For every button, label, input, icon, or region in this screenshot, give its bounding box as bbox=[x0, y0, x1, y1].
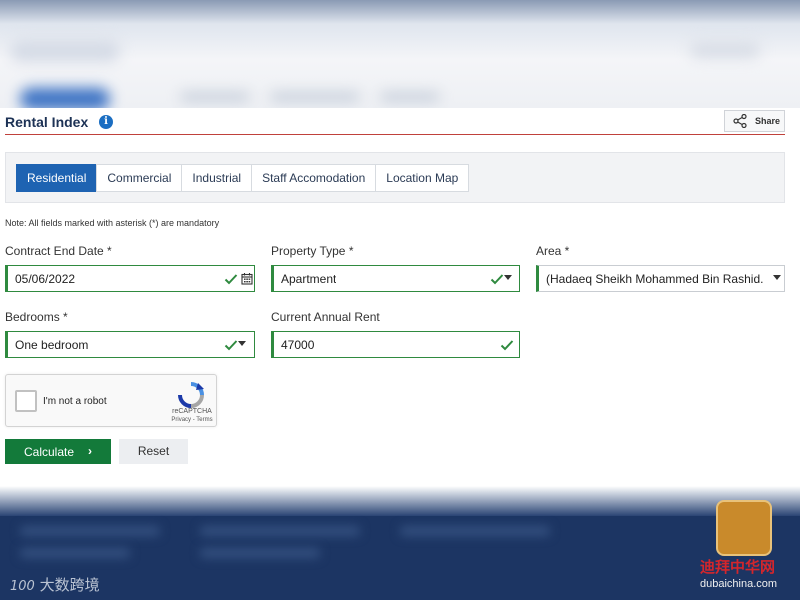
recaptcha-terms-link[interactable]: Privacy - Terms bbox=[168, 417, 216, 423]
area-select[interactable]: (Hadaeq Sheikh Mohammed Bin Rashid... bbox=[536, 265, 785, 292]
contract-end-date-field[interactable]: 05/06/2022 bbox=[5, 265, 255, 292]
annual-rent-value: 47000 bbox=[281, 338, 315, 352]
property-type-label: Property Type * bbox=[271, 244, 354, 258]
check-icon bbox=[490, 274, 504, 285]
area-label: Area * bbox=[536, 244, 570, 258]
property-type-value: Apartment bbox=[281, 272, 337, 286]
tab-location-map[interactable]: Location Map bbox=[375, 164, 470, 192]
share-icon bbox=[733, 114, 747, 128]
title-divider bbox=[5, 134, 785, 135]
mandatory-note: Note: All fields marked with asterisk (*… bbox=[5, 218, 220, 228]
contract-end-date-label: Contract End Date * bbox=[5, 244, 112, 258]
calculate-button[interactable]: Calculate › bbox=[5, 439, 111, 464]
chevron-right-icon: › bbox=[88, 444, 92, 458]
watermark-right-url: dubaichina.com bbox=[700, 578, 778, 590]
watermark-sail-logo bbox=[716, 500, 772, 556]
chevron-down-icon bbox=[773, 275, 781, 280]
check-icon bbox=[500, 340, 514, 351]
recaptcha-label: I'm not a robot bbox=[43, 396, 107, 407]
blurred-header-background bbox=[0, 0, 800, 108]
chevron-down-icon bbox=[504, 275, 512, 280]
bedrooms-value: One bedroom bbox=[15, 338, 89, 352]
calendar-icon[interactable] bbox=[241, 272, 253, 285]
tab-staff-accomodation[interactable]: Staff Accomodation bbox=[251, 164, 377, 192]
watermark-right-text: 迪拜中华网 bbox=[700, 558, 776, 576]
tab-residential[interactable]: Residential bbox=[16, 164, 98, 192]
recaptcha-logo-icon bbox=[178, 382, 204, 408]
annual-rent-label: Current Annual Rent bbox=[271, 310, 380, 324]
property-type-select[interactable]: Apartment bbox=[271, 265, 520, 292]
watermark-text: 大数跨境 bbox=[39, 576, 100, 594]
watermark-logo: 100 bbox=[10, 579, 35, 594]
recaptcha-brand: reCAPTCHA bbox=[172, 408, 212, 415]
watermark-left: 100 大数跨境 bbox=[10, 574, 100, 595]
blurred-footer-background bbox=[0, 486, 800, 600]
tabs-panel: Residential Commercial Industrial Staff … bbox=[5, 152, 785, 203]
tab-commercial[interactable]: Commercial bbox=[96, 164, 183, 192]
page-title: Rental Index bbox=[5, 114, 89, 130]
calculate-label: Calculate bbox=[24, 445, 75, 459]
chevron-down-icon bbox=[238, 341, 246, 346]
contract-end-date-value: 05/06/2022 bbox=[15, 272, 76, 286]
bedrooms-select[interactable]: One bedroom bbox=[5, 331, 255, 358]
reset-button[interactable]: Reset bbox=[119, 439, 188, 464]
share-button[interactable]: Share bbox=[724, 110, 785, 132]
area-value: (Hadaeq Sheikh Mohammed Bin Rashid... bbox=[546, 272, 764, 286]
annual-rent-input[interactable]: 47000 bbox=[271, 331, 520, 358]
tab-list: Residential Commercial Industrial Staff … bbox=[16, 164, 470, 192]
bedrooms-label: Bedrooms * bbox=[5, 310, 68, 324]
check-icon bbox=[224, 274, 238, 285]
recaptcha-checkbox[interactable] bbox=[15, 390, 37, 412]
check-icon bbox=[224, 340, 238, 351]
share-label: Share bbox=[755, 116, 781, 126]
recaptcha-widget: I'm not a robot reCAPTCHA Privacy - Term… bbox=[5, 374, 217, 427]
info-icon[interactable]: i bbox=[99, 115, 113, 129]
tab-industrial[interactable]: Industrial bbox=[181, 164, 253, 192]
section-header: Rental Index i bbox=[0, 108, 800, 136]
